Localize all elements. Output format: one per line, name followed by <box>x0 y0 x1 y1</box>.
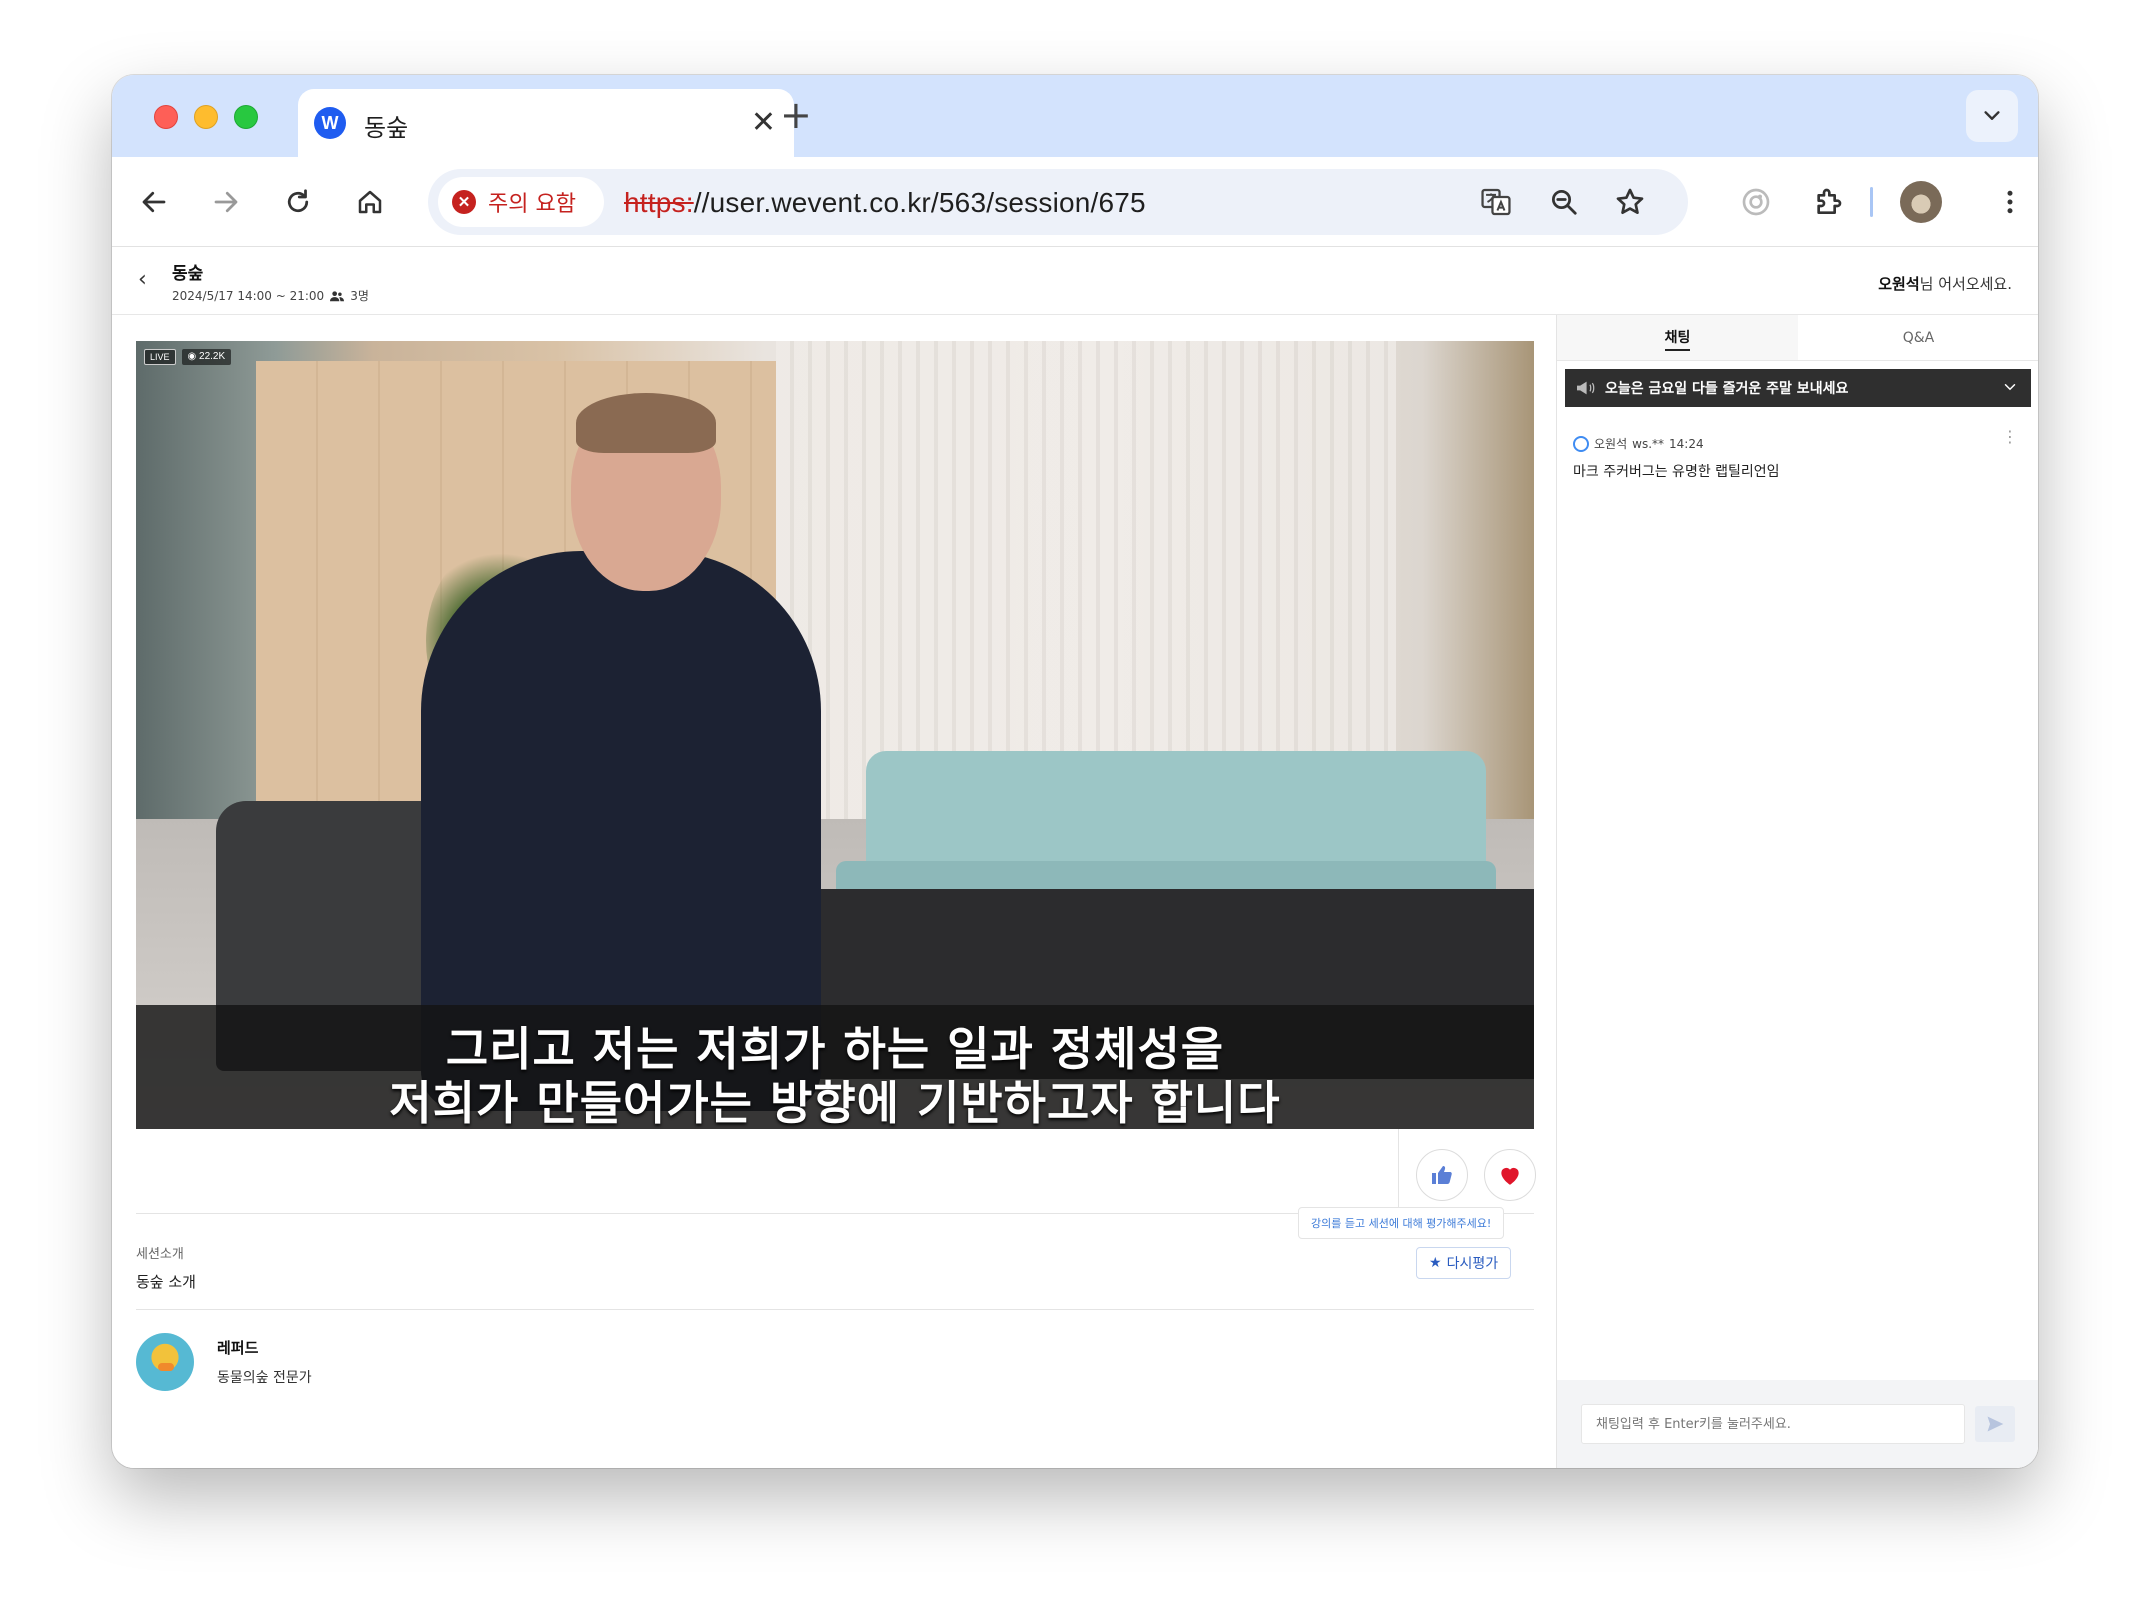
people-icon <box>330 290 345 301</box>
send-icon <box>1987 1416 2004 1432</box>
browser-menu-button[interactable] <box>1990 182 2030 222</box>
speaker-avatar <box>136 1333 194 1391</box>
megaphone-icon <box>1577 381 1595 395</box>
translate-icon <box>1481 188 1511 216</box>
zoom-button[interactable] <box>1544 182 1584 222</box>
section-divider-2 <box>136 1309 1534 1310</box>
rating-tooltip: 강의를 듣고 세션에 대해 평가해주세요! <box>1298 1207 1505 1239</box>
close-tab-icon[interactable]: ✕ <box>751 103 776 143</box>
session-title: 동숲 <box>172 264 204 284</box>
url-path: //user.wevent.co.kr/563/session/675 <box>693 187 1146 218</box>
reaction-divider <box>1398 1129 1399 1215</box>
chat-footer <box>1557 1380 2038 1468</box>
profile-avatar[interactable] <box>1900 181 1942 223</box>
notice-text: 오늘은 금요일 다들 즐거운 주말 보내세요 <box>1605 381 1849 397</box>
welcome-message: 오원석님 어서오세요. <box>1878 273 2012 294</box>
rate-again-label: 다시평가 <box>1446 1256 1499 1272</box>
video-scene-speaker-hair <box>576 393 716 453</box>
url-text[interactable]: https://user.wevent.co.kr/563/session/67… <box>624 187 1146 219</box>
video-overlay-badges: LIVE ◉ 22.2K <box>144 349 232 365</box>
chat-message-time: 14:24 <box>1669 436 1704 451</box>
view-count-value: 22.2K <box>199 351 226 362</box>
tab-qa[interactable]: Q&A <box>1798 315 2038 361</box>
extensions-button[interactable] <box>1808 182 1848 222</box>
tab-qa-label: Q&A <box>1902 330 1935 346</box>
warning-icon: ✕ <box>452 190 476 214</box>
chat-message-meta: 오원석 ws.** 14:24 <box>1573 435 1704 452</box>
subtitle-line-2: 저희가 만들어가는 방향에 기반하고자 합니다 <box>389 1076 1281 1129</box>
like-button[interactable] <box>1416 1149 1468 1201</box>
live-badge: LIVE <box>144 349 176 365</box>
chat-notice[interactable]: 오늘은 금요일 다들 즐거운 주말 보내세요 <box>1565 369 2031 407</box>
more-vertical-icon <box>2007 190 2013 214</box>
reload-icon <box>287 189 309 213</box>
minimize-window-button[interactable] <box>194 105 218 129</box>
tab-search-button[interactable] <box>1966 90 2018 142</box>
eye-icon: ◉ <box>187 351 200 362</box>
send-button[interactable] <box>1975 1406 2015 1442</box>
star-filled-icon: ★ <box>1429 1255 1442 1271</box>
web-page: ‹ 동숲 2024/5/17 14:00 ~ 21:00 3명 오원석님 어서오… <box>112 247 2038 1468</box>
speaker-name: 레퍼드 <box>217 1339 259 1357</box>
toolbar-divider <box>1870 187 1873 217</box>
chat-panel: 채팅 Q&A 오늘은 금요일 다들 즐거운 주말 보내세요 오원석 ws.** … <box>1556 315 2038 1468</box>
welcome-username: 오원석 <box>1878 275 1920 293</box>
session-intro-text: 동숲 소개 <box>136 1273 196 1291</box>
star-icon <box>1616 188 1644 214</box>
heart-icon <box>1501 1167 1519 1185</box>
view-count: ◉ 22.2K <box>181 349 232 365</box>
translate-button[interactable] <box>1476 182 1516 222</box>
arrow-left-icon <box>142 191 166 213</box>
session-header: ‹ 동숲 2024/5/17 14:00 ~ 21:00 3명 오원석님 어서오… <box>112 247 2038 315</box>
tab-title: 동숲 <box>364 114 409 142</box>
video-player[interactable]: LIVE ◉ 22.2K 그리고 저는 저희가 하는 일과 정체성을 저희가 만… <box>136 341 1534 1129</box>
zoom-out-icon <box>1552 190 1577 215</box>
back-button[interactable] <box>134 182 174 222</box>
favicon-icon: W <box>314 107 346 139</box>
tab-chat-label: 채팅 <box>1664 330 1691 351</box>
speaker-role: 동물의숲 전문가 <box>217 1370 312 1386</box>
heart-button[interactable] <box>1484 1149 1536 1201</box>
arrow-right-icon <box>214 191 238 213</box>
chat-message-text: 마크 주커버그는 유명한 랩틸리언임 <box>1573 464 1780 480</box>
chevron-down-icon[interactable] <box>2001 378 2019 396</box>
back-chevron-icon[interactable]: ‹ <box>138 267 147 292</box>
home-button[interactable] <box>350 182 390 222</box>
forward-button[interactable] <box>206 182 246 222</box>
puzzle-icon <box>1817 188 1842 214</box>
user-icon <box>1573 435 1589 452</box>
browser-tab[interactable]: W 동숲 ✕ <box>298 89 794 157</box>
security-chip-label: 주의 요함 <box>488 192 576 217</box>
security-chip[interactable]: ✕ 주의 요함 <box>438 177 604 227</box>
session-meta: 2024/5/17 14:00 ~ 21:00 3명 <box>172 287 369 304</box>
more-vertical-icon[interactable]: ⋮ <box>2002 427 2018 446</box>
tab-chat[interactable]: 채팅 <box>1557 315 1798 361</box>
browser-window: W 동숲 ✕ + ✕ 주의 요함 https://user.wevent.co.… <box>112 75 2038 1468</box>
chevron-down-icon <box>1984 111 2000 120</box>
session-datetime: 2024/5/17 14:00 ~ 21:00 <box>172 288 325 303</box>
welcome-suffix: 님 어서오세요. <box>1919 275 2012 293</box>
home-icon <box>358 190 382 214</box>
new-tab-icon[interactable]: + <box>780 93 812 137</box>
url-scheme: https: <box>624 187 694 218</box>
attendee-count: 3명 <box>350 289 369 303</box>
chat-message-id: ws.** <box>1632 436 1665 451</box>
lens-icon <box>1742 188 1770 216</box>
maximize-window-button[interactable] <box>234 105 258 129</box>
bookmark-button[interactable] <box>1610 182 1650 222</box>
address-bar[interactable]: ✕ 주의 요함 https://user.wevent.co.kr/563/se… <box>428 169 1688 235</box>
session-intro-label: 세션소개 <box>136 1247 184 1262</box>
rate-again-button[interactable]: ★ 다시평가 <box>1416 1247 1512 1279</box>
close-window-button[interactable] <box>154 105 178 129</box>
browser-toolbar: ✕ 주의 요함 https://user.wevent.co.kr/563/se… <box>112 157 2038 247</box>
chat-input[interactable] <box>1581 1404 1965 1444</box>
extension-lens-button[interactable] <box>1736 182 1776 222</box>
chat-message-user: 오원석 <box>1594 437 1628 451</box>
tab-strip: W 동숲 ✕ + <box>112 75 2038 157</box>
reload-button[interactable] <box>278 182 318 222</box>
thumbs-up-icon <box>1432 1166 1452 1184</box>
